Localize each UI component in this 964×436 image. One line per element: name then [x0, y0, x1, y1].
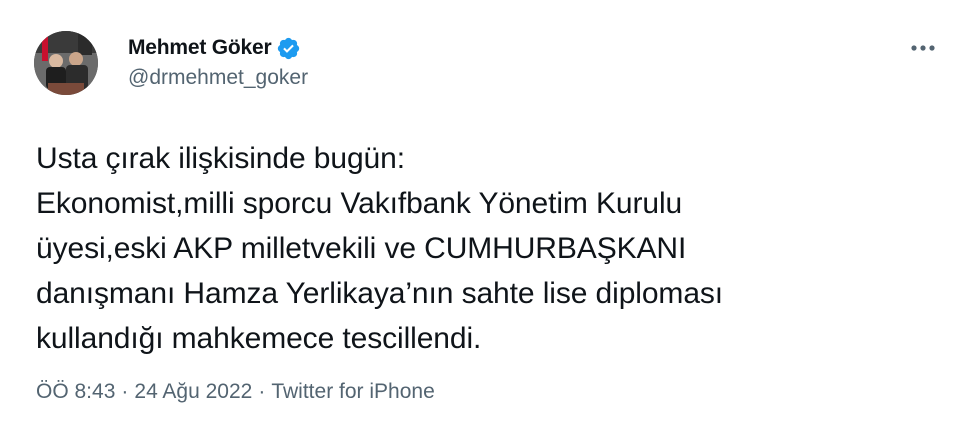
more-options-button[interactable]: [906, 34, 940, 62]
meta-separator: ·: [121, 380, 129, 403]
profile-photo-icon: [34, 31, 98, 95]
verified-badge-icon: [276, 36, 301, 61]
tweet-source[interactable]: Twitter for iPhone: [271, 380, 434, 404]
author-display-name[interactable]: Mehmet Göker: [128, 36, 272, 60]
author-avatar[interactable]: [34, 31, 98, 95]
author-name-row: Mehmet Göker: [128, 34, 301, 62]
author-handle[interactable]: @drmehmet_goker: [128, 66, 308, 90]
tweet-date[interactable]: 24 Ağu 2022: [134, 380, 252, 404]
tweet-card: Mehmet Göker @drmehmet_goker Usta çırak …: [0, 0, 964, 436]
tweet-time[interactable]: ÖÖ 8:43: [36, 380, 115, 404]
tweet-text: Usta çırak ilişkisinde bugün: Ekonomist,…: [36, 142, 724, 355]
more-horizontal-icon: [911, 45, 935, 51]
tweet-metadata: ÖÖ 8:43 · 24 Ağu 2022 · Twitter for iPho…: [36, 380, 435, 404]
meta-separator: ·: [258, 380, 266, 403]
